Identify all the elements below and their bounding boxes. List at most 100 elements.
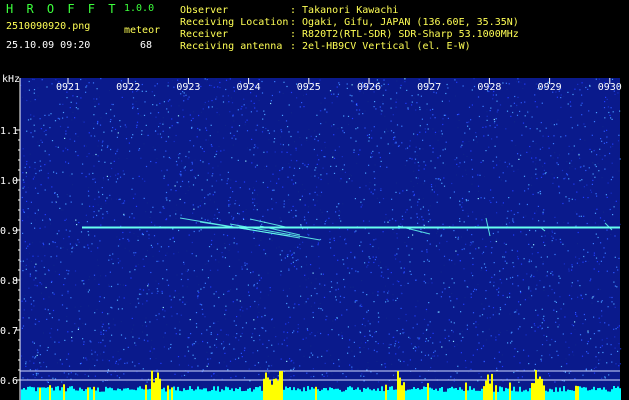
- noise-speck: [279, 169, 281, 172]
- noise-speck: [247, 284, 249, 286]
- noise-speck: [318, 307, 320, 309]
- noise-speck: [162, 121, 165, 123]
- noise-speck: [158, 313, 160, 315]
- noise-speck: [395, 191, 397, 193]
- noise-speck: [566, 174, 569, 176]
- noise-speck: [360, 303, 362, 305]
- noise-speck: [169, 238, 171, 240]
- noise-speck: [54, 271, 56, 273]
- level-bar: [197, 386, 199, 400]
- noise-speck: [540, 122, 542, 124]
- noise-speck: [351, 84, 353, 86]
- noise-speck: [359, 332, 362, 334]
- noise-speck: [236, 243, 238, 245]
- noise-speck: [368, 256, 370, 258]
- noise-speck: [479, 174, 481, 176]
- noise-speck: [169, 295, 171, 297]
- noise-speck: [387, 143, 389, 145]
- noise-speck: [344, 171, 346, 173]
- noise-speck: [275, 165, 277, 167]
- noise-speck: [107, 284, 110, 286]
- level-bar: [267, 377, 269, 400]
- noise-speck: [117, 245, 120, 247]
- noise-speck: [67, 162, 70, 164]
- noise-speck: [319, 302, 321, 304]
- noise-speck: [162, 117, 164, 119]
- level-bar: [535, 370, 537, 400]
- noise-speck: [473, 78, 475, 80]
- noise-speck: [98, 300, 101, 302]
- noise-speck: [432, 355, 434, 357]
- noise-speck: [373, 106, 375, 108]
- noise-speck: [187, 371, 189, 373]
- noise-speck: [281, 114, 284, 116]
- noise-speck: [502, 223, 504, 225]
- noise-speck: [563, 263, 565, 265]
- noise-speck: [593, 367, 595, 370]
- noise-speck: [547, 295, 549, 297]
- noise-speck: [54, 202, 57, 204]
- noise-speck: [496, 124, 498, 126]
- level-bar: [129, 389, 131, 400]
- noise-speck: [417, 94, 419, 96]
- noise-speck: [507, 342, 509, 344]
- noise-speck: [285, 323, 287, 325]
- noise-speck: [202, 224, 204, 226]
- noise-speck: [254, 166, 257, 168]
- noise-speck: [156, 260, 158, 262]
- noise-speck: [93, 127, 95, 129]
- noise-speck: [167, 184, 169, 186]
- noise-speck: [423, 168, 425, 170]
- noise-speck: [175, 134, 177, 137]
- noise-speck: [280, 220, 282, 222]
- noise-speck: [487, 134, 489, 136]
- noise-speck: [101, 142, 103, 144]
- noise-speck: [356, 162, 358, 164]
- noise-speck: [369, 257, 371, 260]
- noise-speck: [301, 195, 303, 197]
- noise-speck: [413, 194, 415, 197]
- noise-speck: [585, 293, 587, 296]
- noise-speck: [530, 290, 532, 292]
- noise-speck: [133, 217, 135, 219]
- noise-speck: [335, 165, 337, 167]
- noise-speck: [593, 121, 596, 123]
- noise-speck: [468, 121, 470, 123]
- noise-speck: [506, 166, 509, 168]
- noise-speck: [531, 157, 533, 159]
- noise-speck: [534, 94, 536, 96]
- noise-speck: [369, 323, 371, 325]
- noise-speck: [384, 285, 387, 287]
- noise-speck: [525, 234, 527, 236]
- noise-speck: [351, 117, 354, 120]
- noise-speck: [612, 214, 614, 216]
- noise-speck: [457, 254, 459, 256]
- noise-speck: [600, 138, 602, 140]
- noise-speck: [33, 92, 35, 94]
- noise-speck: [22, 209, 24, 211]
- noise-speck: [216, 97, 218, 99]
- noise-speck: [554, 300, 556, 302]
- noise-speck: [590, 189, 592, 191]
- noise-speck: [201, 189, 203, 191]
- noise-speck: [67, 273, 69, 275]
- noise-speck: [227, 369, 229, 371]
- noise-speck: [117, 132, 119, 134]
- noise-speck: [416, 213, 418, 215]
- noise-speck: [54, 241, 56, 244]
- noise-speck: [135, 265, 137, 267]
- noise-speck: [44, 255, 46, 257]
- noise-speck: [418, 346, 420, 348]
- level-bar: [199, 389, 201, 400]
- noise-speck: [326, 211, 328, 213]
- level-bar: [151, 370, 153, 400]
- noise-speck: [354, 256, 356, 258]
- noise-speck: [69, 138, 71, 140]
- noise-speck: [589, 85, 591, 87]
- noise-speck: [283, 81, 285, 83]
- noise-speck: [57, 117, 59, 119]
- noise-speck: [568, 354, 570, 356]
- noise-speck: [574, 199, 576, 201]
- noise-speck: [393, 132, 395, 134]
- noise-speck: [355, 128, 357, 130]
